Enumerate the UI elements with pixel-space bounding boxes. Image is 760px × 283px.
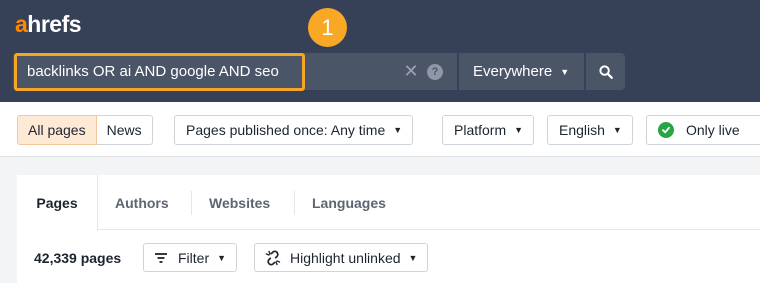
highlight-unlinked-button[interactable]: Highlight unlinked ▼ <box>254 243 429 272</box>
results-tabs: Pages Authors Websites Languages <box>17 175 760 231</box>
tab-websites[interactable]: Websites <box>209 175 270 230</box>
language-filter-dropdown[interactable]: English ▼ <box>547 115 633 145</box>
caret-down-icon: ▼ <box>217 252 227 263</box>
live-filter-dropdown[interactable]: Only live <box>646 115 760 145</box>
results-card: Pages Authors Websites Languages 42,339 … <box>17 175 760 283</box>
tab-languages[interactable]: Languages <box>312 175 386 230</box>
search-button[interactable] <box>585 53 625 90</box>
caret-down-icon: ▼ <box>514 125 524 135</box>
platform-filter-dropdown[interactable]: Platform ▼ <box>442 115 535 145</box>
search-input[interactable] <box>16 55 301 88</box>
tab-divider <box>294 191 295 215</box>
caret-down-icon: ▼ <box>393 125 403 135</box>
results-count: 42,339 pages <box>34 250 122 266</box>
search-scope-dropdown[interactable]: Everywhere ▼ <box>458 53 584 90</box>
scope-label: Everywhere <box>473 63 553 80</box>
caret-down-icon: ▼ <box>560 66 570 77</box>
tab-authors[interactable]: Authors <box>115 175 169 230</box>
step-number-badge: 1 <box>308 8 347 47</box>
ahrefs-logo[interactable]: ahrefs <box>15 11 82 38</box>
published-filter-dropdown[interactable]: Pages published once: Any time ▼ <box>174 115 414 145</box>
filter-bar: All pages News Pages published once: Any… <box>0 102 760 157</box>
filter-icon <box>155 252 167 263</box>
caret-down-icon: ▼ <box>408 252 418 263</box>
search-box <box>13 53 457 90</box>
caret-down-icon: ▼ <box>612 125 622 135</box>
filter-button[interactable]: Filter ▼ <box>143 243 238 272</box>
tab-pages[interactable]: Pages <box>17 175 98 231</box>
question-circle-icon[interactable]: ? <box>427 64 443 80</box>
search-icon <box>598 64 613 79</box>
unlink-icon <box>265 250 281 265</box>
page-type-toggle: All pages News <box>17 115 153 145</box>
news-toggle[interactable]: News <box>96 115 153 145</box>
close-icon[interactable]: ✕ <box>403 62 419 80</box>
check-circle-icon <box>658 122 674 138</box>
tab-divider <box>191 191 192 215</box>
all-pages-toggle[interactable]: All pages <box>17 115 97 145</box>
